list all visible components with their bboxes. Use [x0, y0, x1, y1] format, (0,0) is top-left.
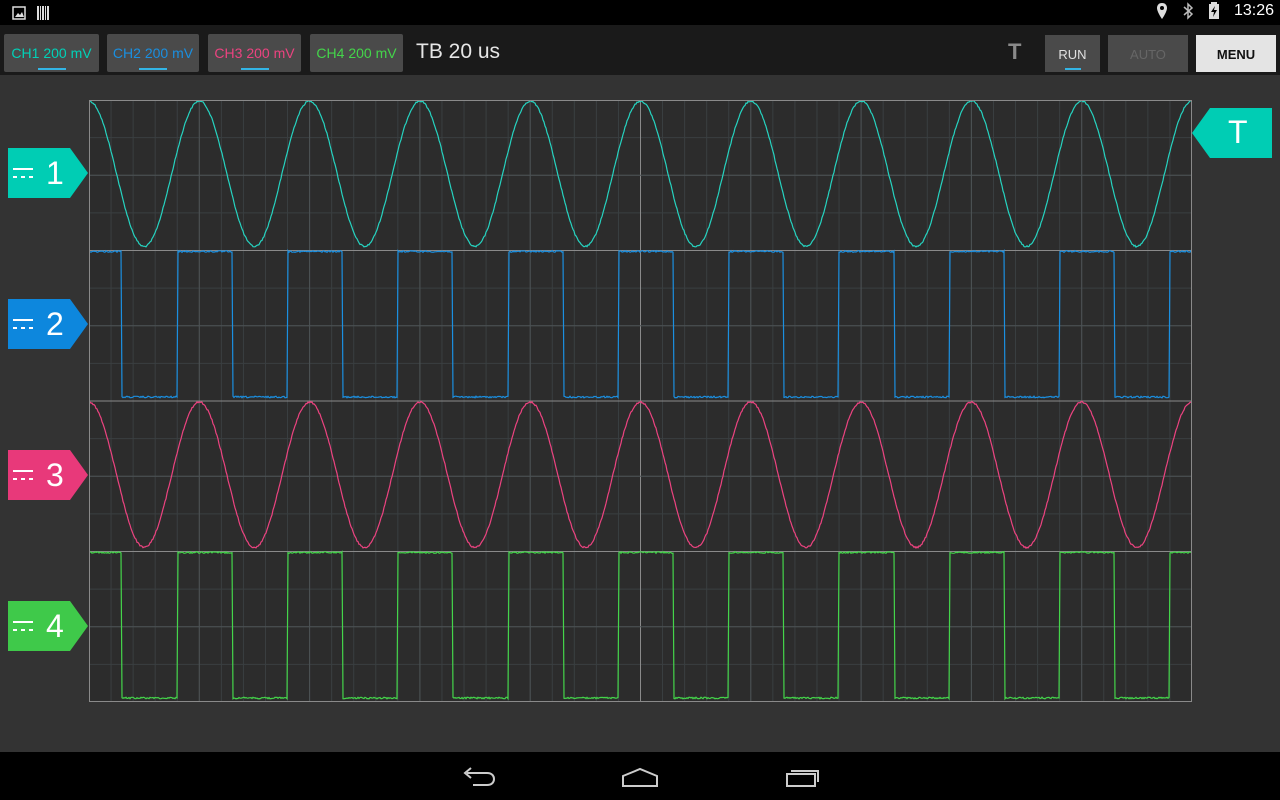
auto-button[interactable]: AUTO — [1108, 35, 1188, 72]
trigger-marker-label: T — [1228, 114, 1248, 150]
ch3-active-indicator — [240, 68, 269, 70]
ch4-button[interactable]: CH4 200 mV — [310, 34, 403, 72]
ch1-active-indicator — [37, 68, 66, 70]
recent-apps-icon[interactable] — [784, 766, 822, 788]
scope-display[interactable] — [89, 100, 1192, 702]
ch2-offset-marker[interactable]: 2 — [8, 299, 88, 349]
toolbar: CH1 200 mV CH2 200 mV CH3 200 mV CH4 200… — [0, 25, 1280, 75]
auto-label: AUTO — [1130, 47, 1166, 62]
ch1-offset-marker[interactable]: 1 — [8, 148, 88, 198]
ch2-active-indicator — [139, 68, 167, 70]
ch4-offset-marker[interactable]: 4 — [8, 601, 88, 651]
trigger-level-marker[interactable]: T — [1192, 108, 1272, 158]
run-button[interactable]: RUN — [1045, 35, 1100, 72]
ch3-offset-marker[interactable]: 3 — [8, 450, 88, 500]
clock: 13:26 — [1233, 2, 1274, 19]
trigger-indicator[interactable]: T — [1008, 39, 1021, 65]
ch3-label: CH3 200 mV — [214, 45, 295, 61]
bluetooth-icon — [1183, 2, 1194, 20]
ch1-label: CH1 200 mV — [11, 45, 92, 61]
ch3-button[interactable]: CH3 200 mV — [208, 34, 301, 72]
home-icon[interactable] — [620, 766, 660, 788]
run-label: RUN — [1058, 47, 1087, 62]
battery-charging-icon — [1208, 2, 1219, 19]
status-bar: 13:26 — [0, 0, 1280, 25]
menu-label: MENU — [1216, 47, 1256, 62]
ch2-marker-number: 2 — [46, 306, 64, 342]
location-icon — [1156, 3, 1167, 19]
navigation-bar — [0, 752, 1280, 800]
ch4-label: CH4 200 mV — [316, 45, 397, 61]
ch2-button[interactable]: CH2 200 mV — [107, 34, 199, 72]
image-notification-icon — [12, 6, 26, 20]
ch4-marker-number: 4 — [46, 608, 64, 644]
timebase-label[interactable]: TB 20 us — [416, 40, 500, 64]
ch1-button[interactable]: CH1 200 mV — [4, 34, 99, 72]
run-active-indicator — [1064, 68, 1081, 70]
ch2-label: CH2 200 mV — [112, 45, 194, 61]
ch1-marker-number: 1 — [46, 155, 64, 191]
menu-button[interactable]: MENU — [1196, 35, 1276, 72]
back-icon[interactable] — [459, 765, 497, 789]
ch3-marker-number: 3 — [46, 457, 64, 493]
barcode-notification-icon — [37, 6, 49, 20]
